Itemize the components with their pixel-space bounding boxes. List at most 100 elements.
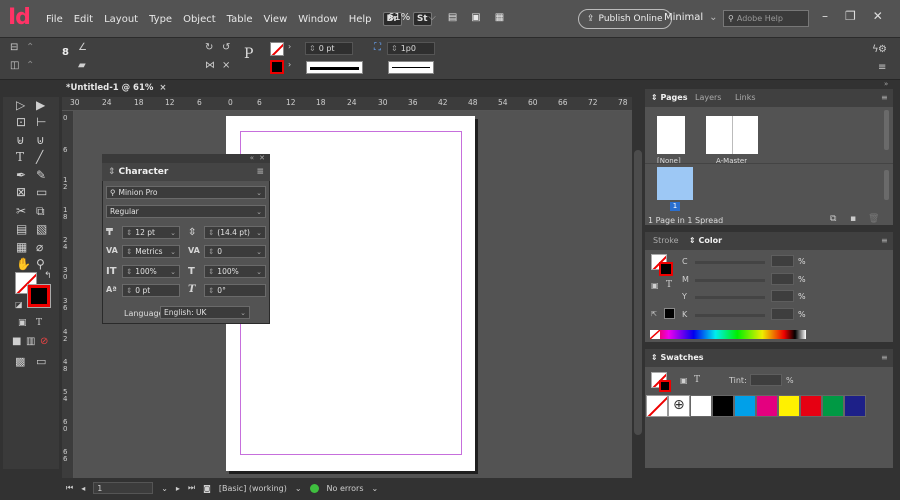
swap-colors-icon[interactable]: ↰ [44,271,52,281]
screen-mode-icon[interactable]: ▣ [471,12,480,23]
swatch-chip[interactable] [756,395,778,417]
panel-menu-icon[interactable]: ≡ [881,93,888,102]
skew-field[interactable]: ⇕ 0° [204,284,266,297]
swatch-chip[interactable] [690,395,712,417]
close-icon[interactable]: × [159,83,166,93]
vertical-scale-field[interactable]: ⇕ 100% ⌄ [122,265,180,278]
chevron-right-icon[interactable]: › [288,60,291,69]
panel-menu-icon[interactable]: ≡ [881,353,888,362]
menu-edit[interactable]: Edit [74,14,93,25]
swatch-chip[interactable] [712,395,734,417]
selection-tool-icon[interactable]: ▷ [16,98,25,112]
color-ramp[interactable] [649,329,806,340]
chevron-down-icon[interactable]: ⌄ [295,484,302,493]
screen-mode-normal-icon[interactable]: ▩ [15,355,25,368]
baseline-shift-field[interactable]: ⇕ 0 pt [122,284,180,297]
collapse-icon[interactable]: « [250,154,254,162]
kerning-field[interactable]: ⇕ Metrics ⌄ [122,245,180,258]
pages-scroll-thumb[interactable] [884,170,889,200]
gradient-swatch-tool-icon[interactable]: ▤ [16,222,27,236]
collapse-dock-icon[interactable]: » [884,80,888,88]
chevron-down-icon[interactable]: ⌵ [428,12,436,23]
workspace-switcher[interactable]: Minimal ⌄ [664,12,718,23]
swatch-registration[interactable]: ⊕ [668,395,690,417]
stroke-color-icon[interactable] [28,285,50,307]
view-options-icon[interactable]: ▤ [448,12,457,23]
rotate-ccw-icon[interactable]: ↺ [222,42,230,53]
select-content-icon[interactable]: P [244,46,253,62]
menu-help[interactable]: Help [349,14,372,25]
pen-tool-icon[interactable]: ✒ [16,168,26,182]
yellow-field[interactable] [771,290,794,302]
pencil-tool-icon[interactable]: ✎ [36,168,46,182]
tab-swatches[interactable]: ⇕ Swatches [651,353,704,362]
page-1-thumb[interactable] [657,167,693,200]
flip-vertical-icon[interactable]: ⨯ [222,60,230,71]
formatting-text-icon[interactable]: T [694,375,700,385]
tab-stroke[interactable]: Stroke [653,236,679,245]
swatch-chip[interactable] [778,395,800,417]
gradient-feather-tool-icon[interactable]: ▧ [36,222,47,236]
stroke-weight-field[interactable]: ⇕ 0 pt [305,42,353,55]
menu-layout[interactable]: Layout [104,14,138,25]
a-master-thumb[interactable] [706,116,758,154]
reference-point-grid-icon[interactable]: ◫ [10,60,19,71]
menu-view[interactable]: View [264,14,288,25]
tracking-field[interactable]: ⇕ 0 ⌄ [204,245,266,258]
chevron-right-icon[interactable]: › [288,42,291,51]
stroke-swatch[interactable] [270,60,284,74]
last-page-icon[interactable]: ⏭ [188,483,195,493]
swatch-none[interactable] [646,395,668,417]
cyan-field[interactable] [771,255,794,267]
font-family-field[interactable]: ⚲ Minion Pro ⌄ [106,186,266,199]
tab-links[interactable]: Links [735,93,756,102]
horizontal-scale-field[interactable]: ⇕ 100% ⌄ [204,265,266,278]
zoom-level[interactable]: 61% ⌵ ▤ ▣ ▦ [388,12,504,23]
y-position-stepper[interactable]: ⌃ [26,60,34,71]
close-icon[interactable]: ✕ [259,154,265,162]
formatting-text-icon[interactable]: T [36,318,42,328]
horizontal-ruler[interactable]: 30 24 18 12 6 0 6 12 18 24 30 36 42 48 5… [62,97,632,111]
arrange-documents-icon[interactable]: ▦ [495,12,504,23]
leading-field[interactable]: ⇕ (14.4 pt) ⌄ [204,226,266,239]
content-collector-icon[interactable]: ⊌ [16,133,25,147]
help-search-input[interactable]: ⚲ Adobe Help [723,10,809,27]
gap-field[interactable]: ⇕ 1p0 [387,42,435,55]
swatch-chip[interactable] [734,395,756,417]
master-none-thumb[interactable] [657,116,685,154]
rotate-icon[interactable]: ↻ [205,42,213,53]
vertical-ruler[interactable]: 0 6 1 2 1 8 2 4 3 0 3 6 4 2 4 8 5 4 6 0 … [62,111,74,478]
trash-icon[interactable]: 🗑 [868,214,879,224]
note-tool-icon[interactable]: ▦ [16,240,27,254]
magenta-slider[interactable] [695,279,765,282]
minimize-icon[interactable]: – [822,9,828,23]
first-page-icon[interactable]: ⏮ [66,483,73,493]
shear-angle-icon[interactable]: ▰ [78,60,86,71]
language-select[interactable]: English: UK ⌄ [160,306,250,319]
menu-file[interactable]: File [46,14,63,25]
panel-grip[interactable]: « ✕ [102,154,270,163]
rectangle-frame-tool-icon[interactable]: ⊠ [16,185,26,199]
swatch-chip[interactable] [844,395,866,417]
swatch-chip[interactable] [822,395,844,417]
auto-fit-icon[interactable]: ⛶ [374,42,381,53]
preview-mode-icon[interactable]: ▭ [36,355,46,368]
character-panel-header[interactable]: ⇕ Character ≡ [102,163,270,181]
formatting-container-icon[interactable]: ▣ [18,318,27,328]
apply-color-icon[interactable]: ■ [12,336,21,347]
flip-horizontal-icon[interactable]: ⋈ [205,60,215,71]
pages-scroll-thumb[interactable] [884,110,889,150]
eyedropper-tool-icon[interactable]: ⌀ [36,240,43,254]
rotation-angle-icon[interactable]: ∠ [78,42,87,53]
cyan-slider[interactable] [695,261,765,264]
gap-color-select[interactable] [388,61,434,74]
font-size-field[interactable]: ⇕ 12 pt ⌄ [122,226,180,239]
black-field[interactable] [771,308,794,320]
swatch-chip[interactable] [800,395,822,417]
apply-gradient-icon[interactable]: ▥ [26,336,35,347]
magenta-field[interactable] [771,273,794,285]
page-number-field[interactable]: 1 [93,482,154,494]
menu-window[interactable]: Window [298,14,337,25]
scrollbar-thumb[interactable] [634,150,642,435]
panel-menu-icon[interactable]: ≡ [881,236,888,245]
